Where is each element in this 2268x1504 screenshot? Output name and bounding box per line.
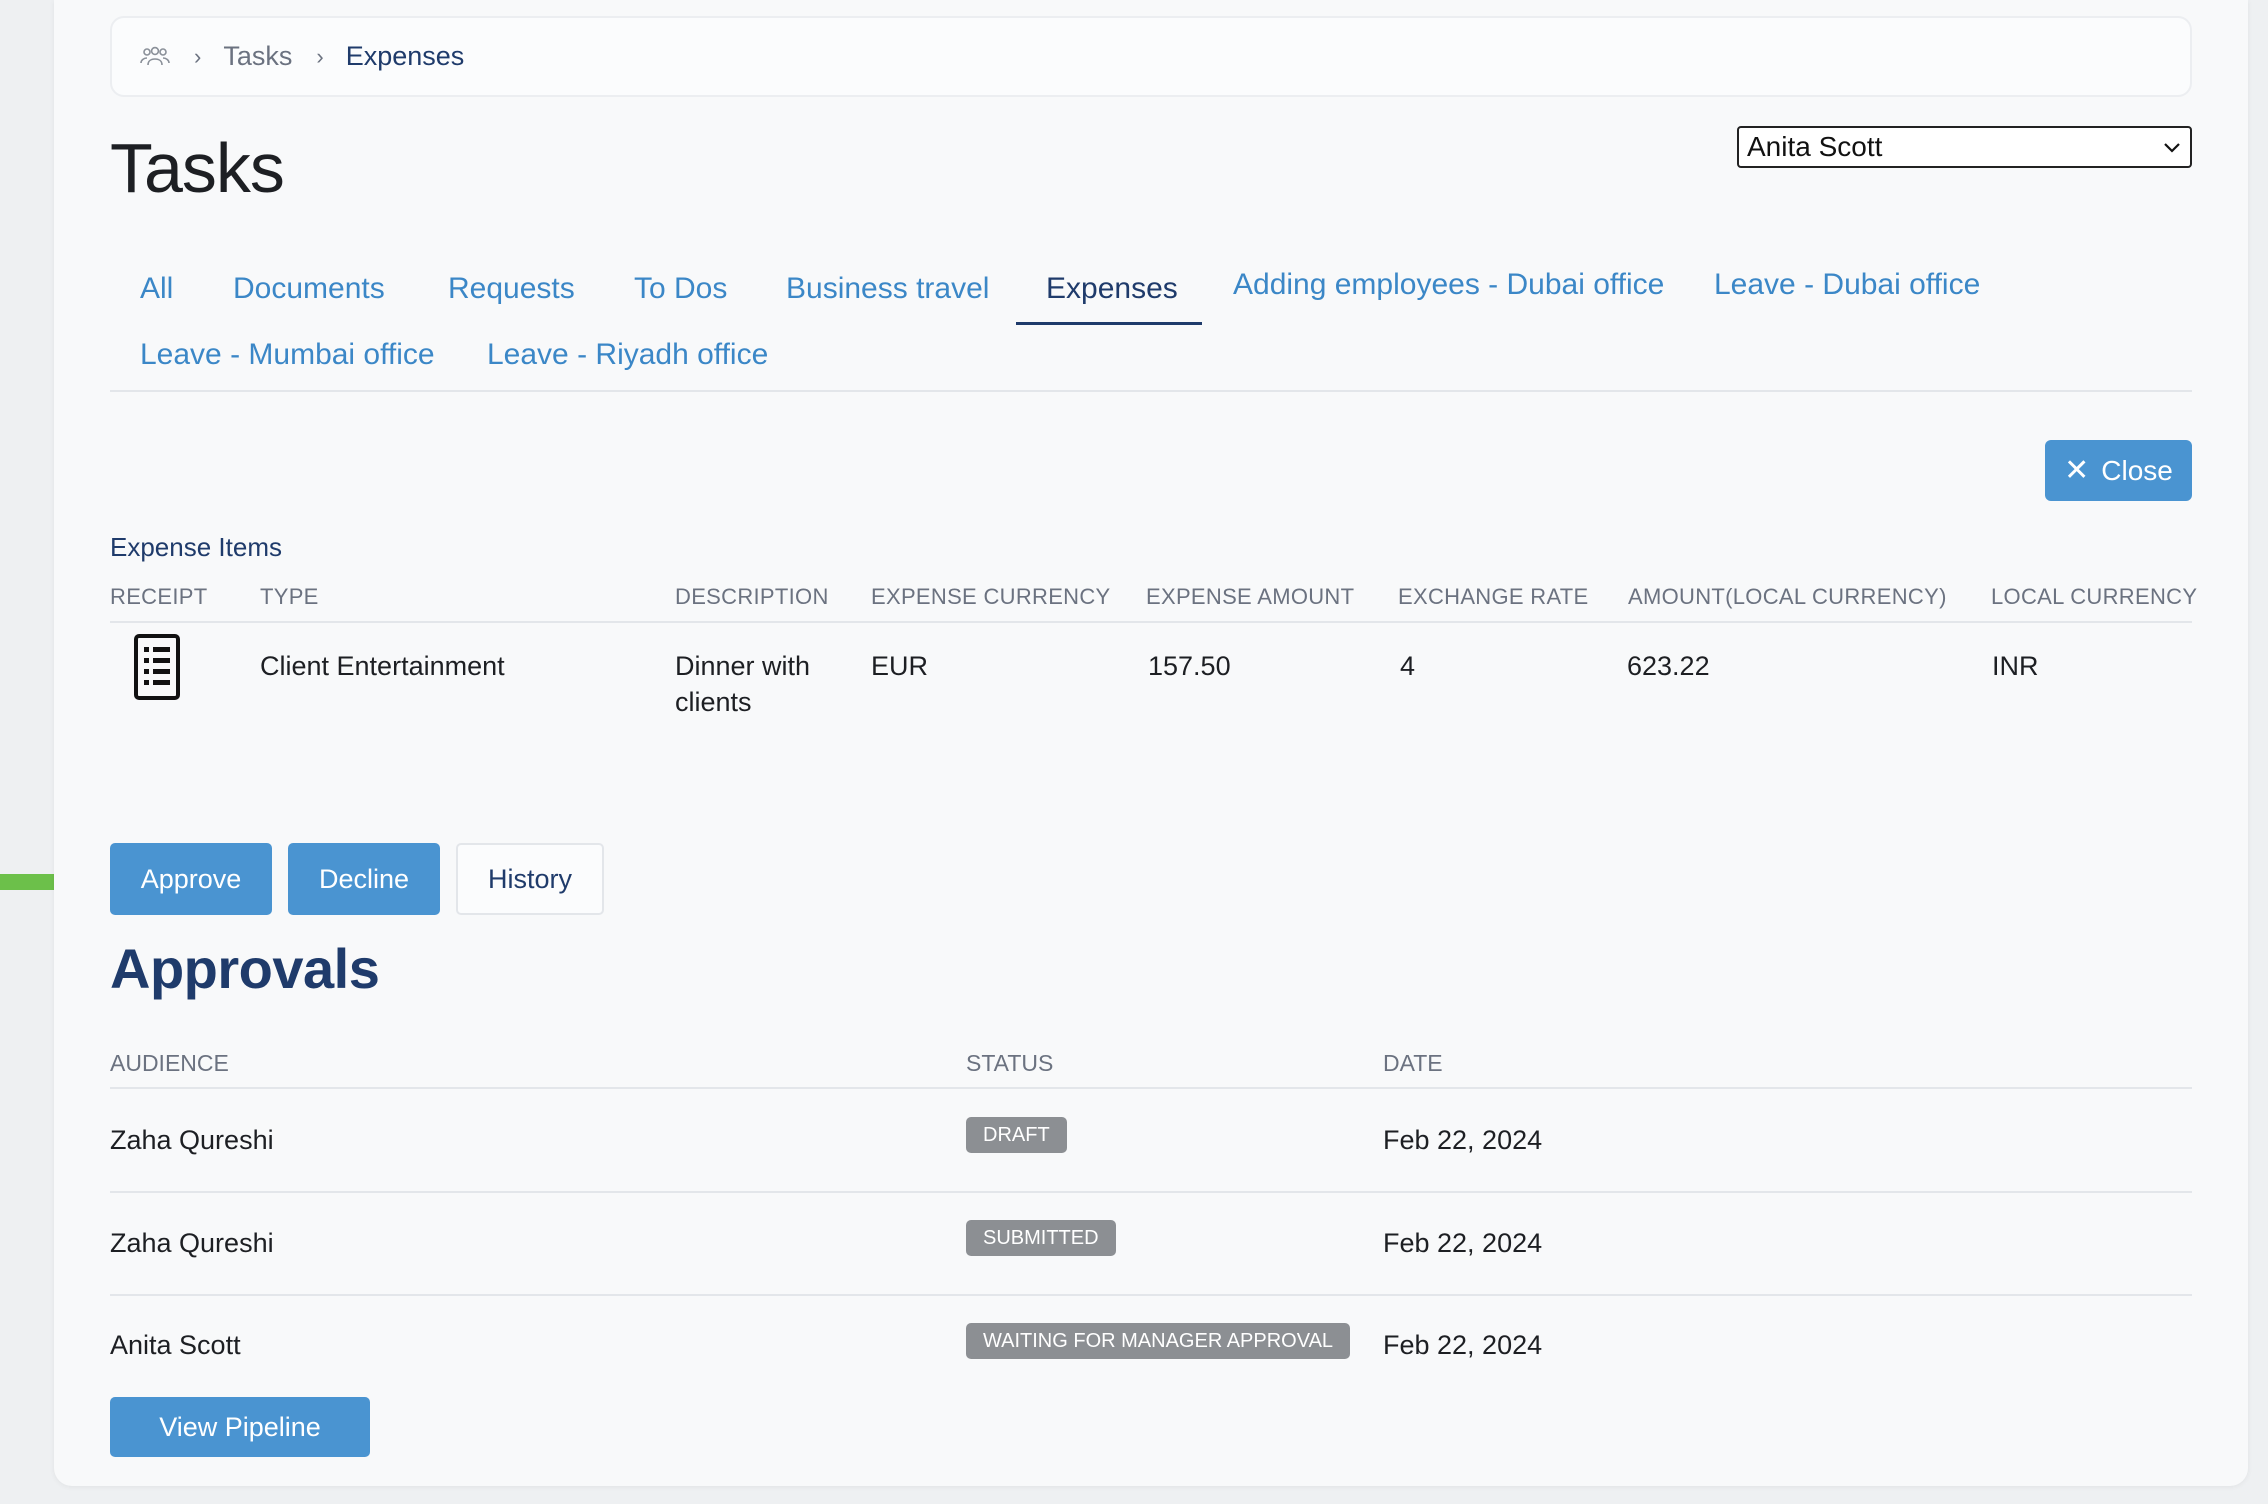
approval-date: Feb 22, 2024 [1383,1330,1543,1360]
tab-requests[interactable]: Requests [448,272,575,306]
active-tab-indicator [1016,322,1202,325]
local-currency: INR [1992,651,2039,681]
user-select[interactable]: Anita Scott [1737,126,2192,168]
team-icon[interactable] [140,46,170,68]
status-badge: DRAFT [966,1117,1067,1153]
column-header-expense-currency: EXPENSE CURRENCY [871,584,1111,609]
chevron-right-icon: › [316,43,324,69]
receipt-icon[interactable] [134,634,180,700]
column-header-expense-amount: EXPENSE AMOUNT [1146,584,1355,609]
column-header-date: DATE [1383,1050,1443,1076]
column-header-exchange-rate: EXCHANGE RATE [1398,584,1589,609]
exchange-rate: 4 [1400,651,1416,681]
approvals-heading: Approvals [110,937,380,1000]
view-pipeline-button[interactable]: View Pipeline [110,1397,370,1457]
close-button-label: Close [2101,454,2173,486]
column-header-audience: AUDIENCE [110,1050,229,1076]
tab-business-travel[interactable]: Business travel [786,272,989,306]
approval-date: Feb 22, 2024 [1383,1125,1543,1155]
status-badge: SUBMITTED [966,1220,1116,1256]
breadcrumb: › Tasks › Expenses [110,16,2192,97]
expense-description: Dinner with clients [675,651,811,717]
table-divider [110,1294,2192,1296]
column-header-receipt: RECEIPT [110,584,208,609]
decline-button[interactable]: Decline [288,843,440,915]
expense-type: Client Entertainment [260,651,505,681]
status-badge: WAITING FOR MANAGER APPROVAL [966,1323,1351,1359]
table-divider [110,1087,2192,1089]
tab-leave-riyadh[interactable]: Leave - Riyadh office [487,338,768,372]
history-button[interactable]: History [456,843,604,915]
tab-to-dos[interactable]: To Dos [634,272,727,306]
tab-leave-dubai[interactable]: Leave - Dubai office [1714,268,1980,302]
page-title: Tasks [110,129,285,207]
user-select-value: Anita Scott [1747,131,1883,162]
close-icon: ✕ [2064,454,2090,487]
approval-date: Feb 22, 2024 [1383,1228,1543,1258]
approve-button[interactable]: Approve [110,843,272,915]
tab-leave-mumbai[interactable]: Leave - Mumbai office [140,338,435,372]
tab-documents[interactable]: Documents [233,272,385,306]
tab-expenses[interactable]: Expenses [1046,272,1178,306]
column-header-type: TYPE [260,584,319,609]
tab-all[interactable]: All [140,272,173,306]
approval-audience: Anita Scott [110,1330,241,1360]
column-header-status: STATUS [966,1050,1054,1076]
table-divider [110,1191,2192,1193]
column-header-local-currency: LOCAL CURRENCY [1991,584,2198,609]
expense-items-heading: Expense Items [110,532,282,562]
approval-audience: Zaha Qureshi [110,1125,274,1155]
column-header-description: DESCRIPTION [675,584,829,609]
breadcrumb-tasks[interactable]: Tasks [223,41,292,72]
amount-local-currency: 623.22 [1627,651,1710,681]
column-header-amount-local: AMOUNT(LOCAL CURRENCY) [1628,584,1947,609]
chevron-down-icon [2164,143,2180,153]
close-button[interactable]: ✕ Close [2045,440,2192,501]
task-tabs: All Documents Requests To Dos Business t… [110,262,2192,392]
chevron-right-icon: › [194,43,202,69]
task-detail-card [54,0,2248,1486]
table-divider [110,621,2192,623]
expense-amount: 157.50 [1148,651,1231,681]
breadcrumb-expenses: Expenses [345,41,465,71]
expense-currency: EUR [871,651,929,681]
tab-adding-employees-dubai[interactable]: Adding employees - Dubai office [1233,268,1664,302]
approval-audience: Zaha Qureshi [110,1228,274,1258]
